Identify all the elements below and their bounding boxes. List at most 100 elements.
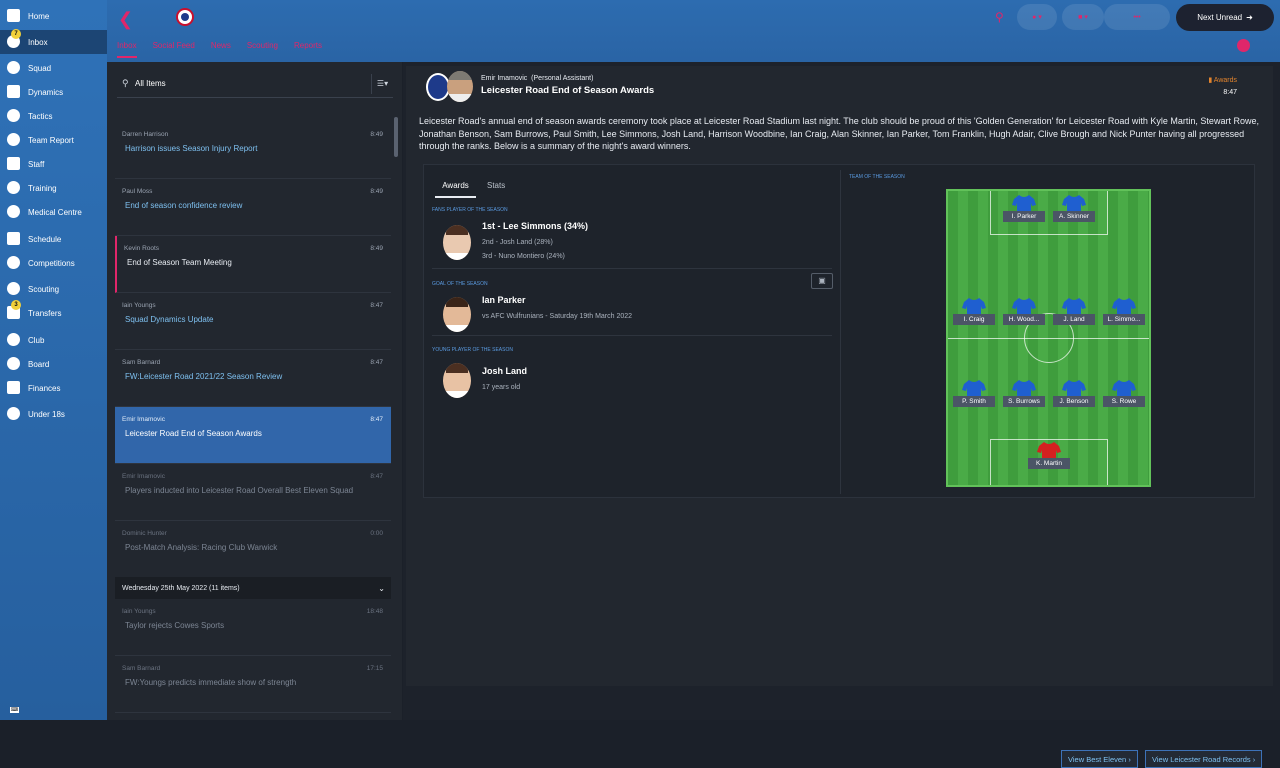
player-portrait[interactable] — [443, 225, 471, 260]
team-player[interactable]: L. Simmo... — [1103, 298, 1145, 326]
sidebar-item-training[interactable]: Training — [0, 176, 107, 200]
tab-awards[interactable]: Awards — [435, 181, 476, 198]
tab-stats[interactable]: Stats — [487, 181, 505, 190]
list-item[interactable]: Emir Imamovic 8:47 Leicester Road End of S… — [115, 407, 391, 464]
sidebar-item-label: Finances — [28, 383, 61, 393]
sidebar-item-squad[interactable]: Squad — [0, 56, 107, 80]
team-player[interactable]: S. Rowe — [1103, 380, 1145, 408]
team-player[interactable]: I. Parker — [1003, 195, 1045, 223]
club-menu-button[interactable]: ● ▾ — [1017, 4, 1057, 30]
tab-news[interactable]: News — [211, 41, 231, 58]
young-age: 17 years old — [482, 384, 521, 391]
sidebar-item-home[interactable]: Home — [0, 4, 107, 28]
top-bar: ❮ Inbox Social Feed News Scouting Report… — [107, 0, 1280, 62]
next-unread-button[interactable]: Next Unread ➜ — [1176, 4, 1274, 31]
sidebar-item-tactics[interactable]: Tactics — [0, 104, 107, 128]
view-best-eleven-button[interactable]: View Best Eleven › — [1061, 750, 1138, 768]
arrow-right-icon: ➜ — [1246, 13, 1253, 22]
sender-line[interactable]: Emir Imamovic (Personal Assistant) — [481, 75, 593, 82]
sidebar-item-under-18s[interactable]: Under 18s — [0, 402, 107, 426]
back-arrow-icon[interactable]: ❮ — [118, 9, 133, 30]
sidebar-item-staff[interactable]: Staff — [0, 152, 107, 176]
tab-scouting[interactable]: Scouting — [247, 41, 278, 58]
scrollbar[interactable] — [394, 117, 398, 157]
sidebar-item-board[interactable]: Board — [0, 352, 107, 376]
goal-winner[interactable]: Ian Parker — [482, 295, 526, 305]
message-body: Leicester Road's annual end of season aw… — [419, 116, 1259, 151]
list-item[interactable]: Iain Youngs 18:48 Taylor rejects Cowes Spo… — [115, 599, 391, 656]
sidebar-item-inbox[interactable]: 7 Inbox — [0, 29, 107, 54]
list-options-icon[interactable]: ☰▾ — [371, 74, 393, 94]
manager-menu-button[interactable]: ■ ▾ — [1062, 4, 1104, 30]
video-icon[interactable]: ▣ — [811, 273, 833, 289]
list-item[interactable]: Dominic Hunter 0:00 Post-Match Analysis: R… — [115, 521, 391, 578]
list-item[interactable]: Paul Moss 8:49 End of season confidence re… — [115, 179, 391, 236]
sidebar-item-transfers[interactable]: 3 Transfers — [0, 300, 107, 325]
tab-inbox[interactable]: Inbox — [117, 41, 137, 58]
message-detail: Emir Imamovic (Personal Assistant) Leice… — [403, 62, 1280, 768]
tab-social-feed[interactable]: Social Feed — [153, 41, 195, 58]
list-item[interactable]: Sam Barnard 8:47 FW:Leicester Road 2021/22… — [115, 350, 391, 407]
message-subject: Harrison issues Season Injury Report — [125, 144, 258, 153]
view-records-button[interactable]: View Leicester Road Records › — [1145, 750, 1263, 768]
sidebar-item-finances[interactable]: Finances — [0, 376, 107, 400]
team-player-name: L. Simmo... — [1103, 314, 1145, 325]
message-time: 8:49 — [370, 188, 383, 195]
fans-winner[interactable]: 1st - Lee Simmons (34%) — [482, 221, 588, 231]
list-item[interactable]: Kevin Roots 8:49 End of Season Team Meetin… — [115, 236, 391, 293]
goal-section-title: GOAL OF THE SEASON — [432, 281, 488, 287]
team-player[interactable]: H. Wood... — [1003, 298, 1045, 326]
sidebar-item-dynamics[interactable]: Dynamics — [0, 80, 107, 104]
home-icon — [7, 9, 20, 22]
message-subject: FW:Leicester Road 2021/22 Season Review — [125, 372, 283, 381]
sidebar-item-competitions[interactable]: Competitions — [0, 251, 107, 275]
keyboard-icon[interactable]: ⌨ — [10, 707, 19, 713]
list-item[interactable]: Iain Youngs 8:47 Squad Dynamics Update — [115, 293, 391, 350]
search-icon[interactable]: ⚲ — [995, 10, 1004, 24]
team-player[interactable]: P. Smith — [953, 380, 995, 408]
list-item[interactable]: Sam Barnard 17:15 FW:Youngs predicts immed… — [115, 656, 391, 713]
team-player[interactable]: A. Skinner — [1053, 195, 1095, 223]
sidebar-item-label: Home — [28, 11, 50, 21]
sidebar-item-club[interactable]: Club — [0, 328, 107, 352]
date-group-header[interactable]: Wednesday 25th May 2022 (11 items) ⌄ — [115, 577, 391, 599]
player-portrait[interactable] — [443, 363, 471, 398]
list-item[interactable]: Darren Harrison 8:49 Harrison issues Seaso… — [115, 122, 391, 179]
team-report-icon — [7, 133, 20, 146]
chevron-down-icon: ⌄ — [378, 583, 385, 593]
settings-icon[interactable] — [1237, 39, 1250, 52]
sidebar-item-label: Team Report — [28, 135, 74, 145]
team-player[interactable]: J. Benson — [1053, 380, 1095, 408]
tab-reports[interactable]: Reports — [294, 41, 322, 58]
sidebar-item-label: Transfers — [28, 308, 62, 318]
team-player-name: H. Wood... — [1003, 314, 1045, 325]
team-player[interactable]: I. Craig — [953, 298, 995, 326]
sidebar-item-medical-centre[interactable]: Medical Centre — [0, 200, 107, 224]
team-player[interactable]: J. Land — [1053, 298, 1095, 326]
filter-label: All Items — [135, 79, 166, 88]
fans-section-title: FANS PLAYER OF THE SEASON — [432, 207, 508, 213]
young-winner[interactable]: Josh Land — [482, 366, 527, 376]
dynamics-icon — [7, 85, 20, 98]
team-player[interactable]: K. Martin — [1028, 442, 1070, 470]
sidebar-item-schedule[interactable]: Schedule — [0, 227, 107, 251]
sender-avatar[interactable] — [447, 71, 473, 102]
club-icon — [7, 333, 20, 346]
sidebar-item-scouting[interactable]: Scouting — [0, 277, 107, 301]
board-icon — [7, 357, 20, 370]
message-time: 8:47 — [1223, 89, 1237, 96]
list-filter[interactable]: ⚲ All Items ☰▾ — [117, 70, 393, 98]
team-player-name: J. Benson — [1053, 396, 1095, 407]
notification-badge: 3 — [11, 300, 21, 310]
awards-section: Awards Stats FANS PLAYER OF THE SEASON 1… — [424, 165, 841, 499]
team-player[interactable]: S. Burrows — [1003, 380, 1045, 408]
message-time: 8:47 — [370, 473, 383, 480]
sender-name: Emir Imamovic — [481, 75, 528, 82]
player-portrait[interactable] — [443, 297, 471, 332]
message-title: Leicester Road End of Season Awards — [481, 85, 655, 96]
sidebar-item-team-report[interactable]: Team Report — [0, 128, 107, 152]
date-continue-button[interactable]: ••• — [1104, 4, 1170, 30]
team-player-name: S. Burrows — [1003, 396, 1045, 407]
sender-role: (Personal Assistant) — [531, 75, 594, 82]
list-item[interactable]: Emir Imamovic 8:47 Players inducted into L… — [115, 464, 391, 521]
